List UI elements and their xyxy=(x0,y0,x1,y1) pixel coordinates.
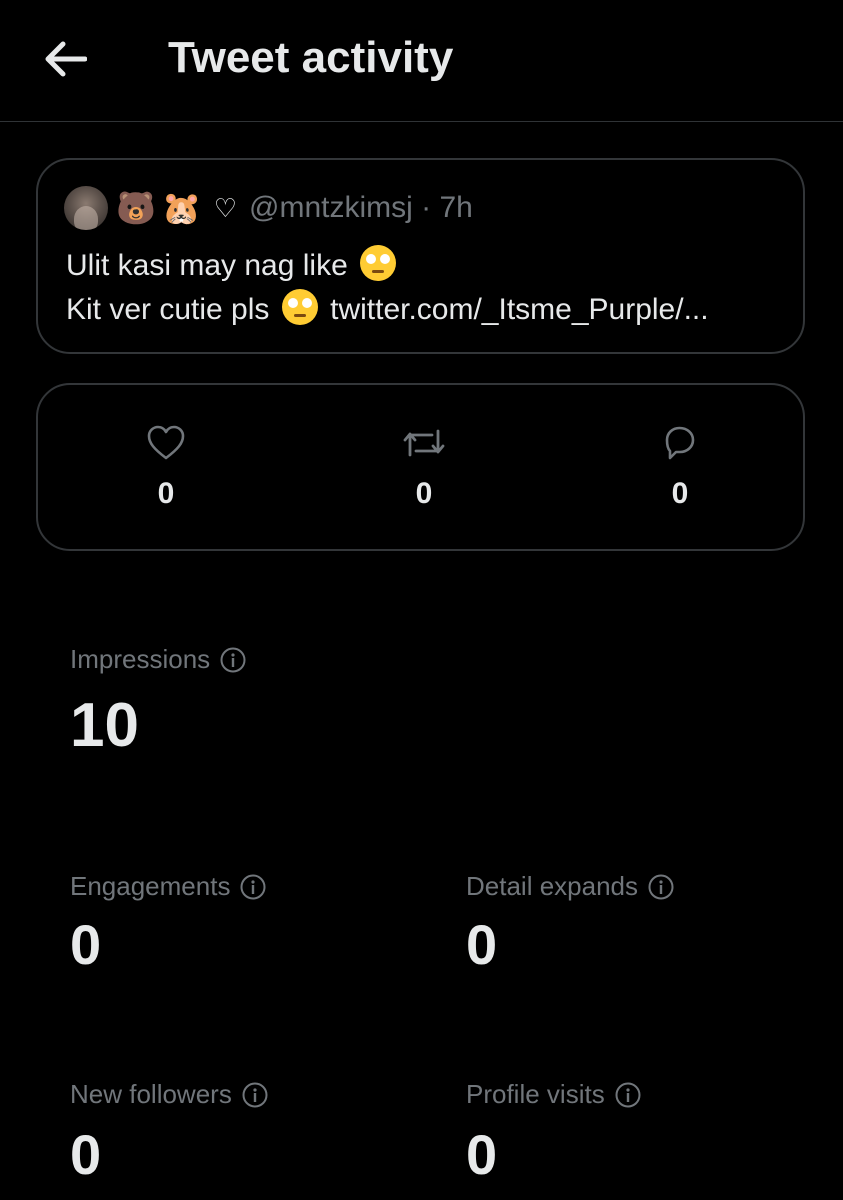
likes-metric: 0 xyxy=(126,423,206,511)
profile-visits-value: 0 xyxy=(466,1123,498,1186)
retweet-button[interactable] xyxy=(384,423,464,463)
detail-expands-label-text: Detail expands xyxy=(466,871,638,901)
tweet-line-1-text: Ulit kasi may nag like xyxy=(66,249,348,282)
new-followers-value: 0 xyxy=(70,1123,102,1186)
info-icon[interactable] xyxy=(220,647,246,673)
rolling-eyes-emoji xyxy=(281,289,318,325)
tweet-line-2: Kit ver cutie pls twitter.com/_Itsme_Pur… xyxy=(66,288,709,332)
reply-button[interactable] xyxy=(640,423,720,463)
detail-expands-label: Detail expands xyxy=(466,871,674,902)
tweet-link[interactable]: twitter.com/_Itsme_Purple/... xyxy=(330,293,708,326)
tweet-preview-card[interactable]: 🐻 🐹 ♡ @mntzkimsj · 7h Ulit kasi may nag … xyxy=(36,158,805,354)
retweets-count: 0 xyxy=(415,477,433,510)
replies-count: 0 xyxy=(671,477,689,510)
page-title: Tweet activity xyxy=(168,33,454,82)
like-button[interactable] xyxy=(126,423,206,463)
rolling-eyes-emoji xyxy=(360,245,397,281)
likes-count: 0 xyxy=(157,477,175,510)
engagements-label-text: Engagements xyxy=(70,871,231,901)
header: Tweet activity xyxy=(0,0,843,122)
engagements-value: 0 xyxy=(70,913,102,976)
impressions-value: 10 xyxy=(70,691,139,760)
tweet-author-row: 🐻 🐹 ♡ @mntzkimsj · 7h xyxy=(64,186,473,230)
reply-icon xyxy=(665,426,695,460)
heart-icon xyxy=(147,425,185,460)
back-button[interactable] xyxy=(40,34,90,84)
new-followers-label-text: New followers xyxy=(70,1079,232,1109)
info-icon[interactable] xyxy=(648,874,674,900)
avatar[interactable] xyxy=(64,186,108,230)
engagements-label: Engagements xyxy=(70,871,266,902)
info-icon[interactable] xyxy=(242,1082,268,1108)
tweet-line-1: Ulit kasi may nag like xyxy=(66,244,709,288)
impressions-label: Impressions xyxy=(70,644,246,675)
profile-visits-label-text: Profile visits xyxy=(466,1079,605,1109)
profile-visits-label: Profile visits xyxy=(466,1079,641,1110)
author-handle: @mntzkimsj · 7h xyxy=(249,191,473,224)
info-icon[interactable] xyxy=(240,874,266,900)
hamster-emoji: 🐹 xyxy=(161,190,202,226)
retweets-metric: 0 xyxy=(384,423,464,511)
impressions-label-text: Impressions xyxy=(70,644,211,674)
new-followers-label: New followers xyxy=(70,1079,268,1110)
engagement-card: 0 0 0 xyxy=(36,383,805,551)
heart-symbol: ♡ xyxy=(213,192,237,223)
detail-expands-value: 0 xyxy=(466,913,498,976)
tweet-line-2-text: Kit ver cutie pls xyxy=(66,293,270,326)
tweet-text: Ulit kasi may nag like Kit ver cutie pls… xyxy=(66,244,709,332)
replies-metric: 0 xyxy=(640,423,720,511)
info-icon[interactable] xyxy=(615,1082,641,1108)
back-arrow-icon xyxy=(45,41,87,77)
retweet-icon xyxy=(403,429,445,457)
bear-emoji: 🐻 xyxy=(116,190,156,226)
